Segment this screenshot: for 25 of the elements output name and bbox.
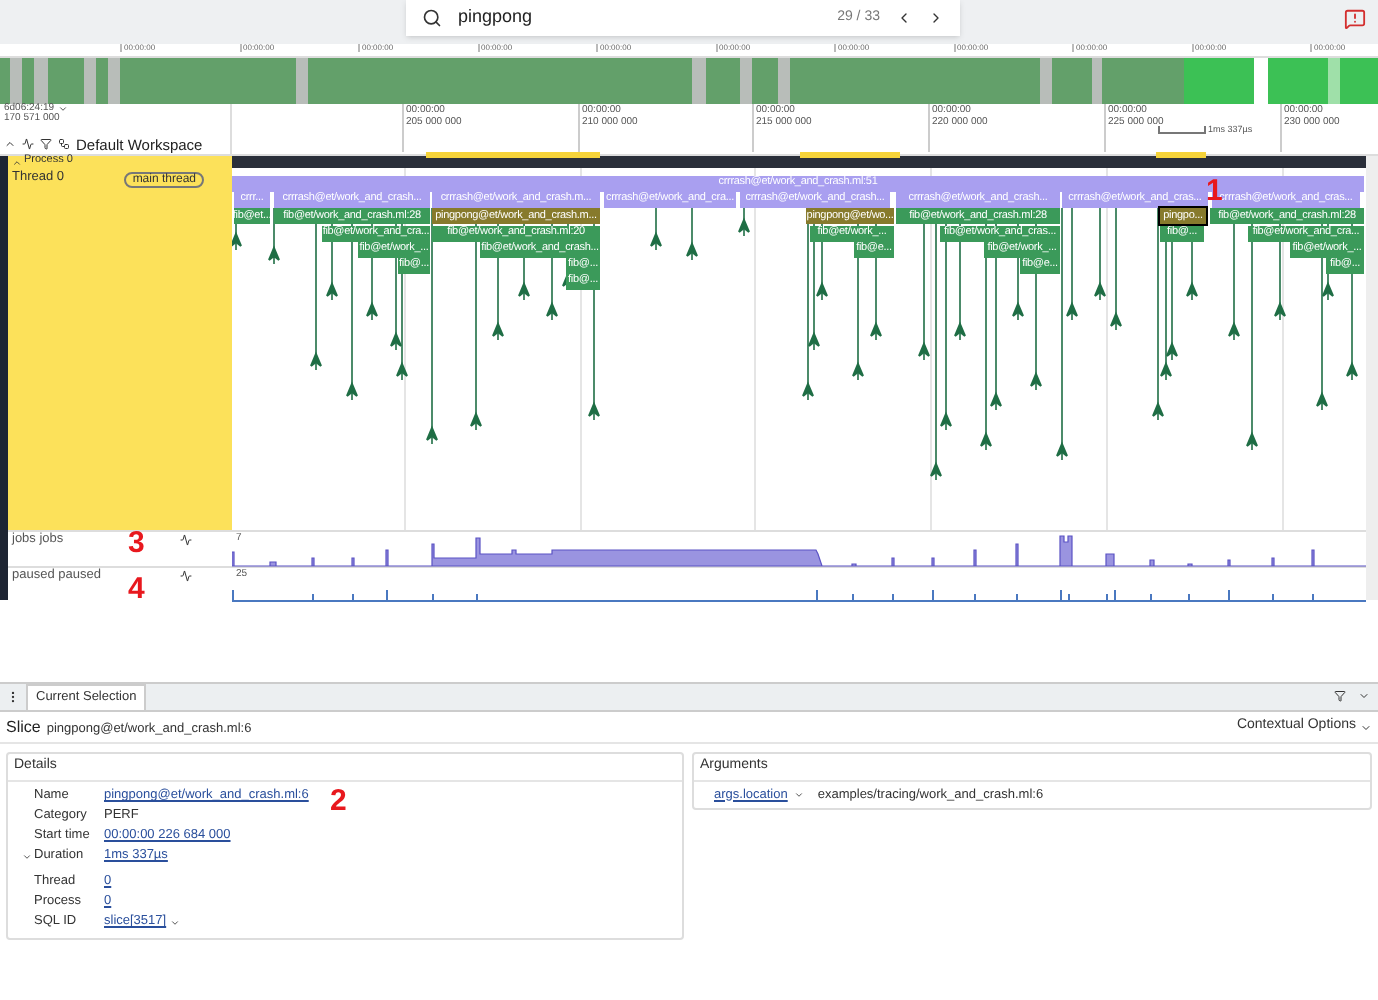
counter-chart-icon[interactable]: [180, 534, 192, 546]
menu-icon[interactable]: [6, 690, 20, 704]
feedback-icon[interactable]: [1344, 8, 1366, 30]
expand-icon[interactable]: [12, 157, 22, 167]
search-value: pingpong: [458, 4, 535, 31]
caret-icon[interactable]: [170, 917, 181, 927]
annotation-number: 4: [128, 574, 145, 604]
annotation-number: 3: [128, 528, 145, 558]
annotation-number: 2: [330, 786, 347, 816]
workspace-icon: [58, 138, 70, 151]
previous-match-button[interactable]: [896, 10, 912, 26]
search-match-marker: [1156, 152, 1206, 158]
search-match-marker: [800, 152, 900, 158]
filter-icon[interactable]: [40, 138, 52, 151]
caret-icon[interactable]: [58, 104, 69, 114]
search-icon: [422, 8, 442, 28]
collapse-panel-icon[interactable]: [1358, 690, 1370, 702]
expand-icon[interactable]: [22, 851, 32, 861]
scale-bar: [1158, 126, 1206, 135]
collapse-icon[interactable]: [4, 138, 16, 151]
selection-type: Slice: [6, 715, 41, 739]
counter-chart-icon[interactable]: [180, 569, 192, 581]
caret-icon[interactable]: [793, 790, 804, 800]
next-match-button[interactable]: [928, 10, 944, 26]
caret-icon: [1360, 721, 1372, 733]
